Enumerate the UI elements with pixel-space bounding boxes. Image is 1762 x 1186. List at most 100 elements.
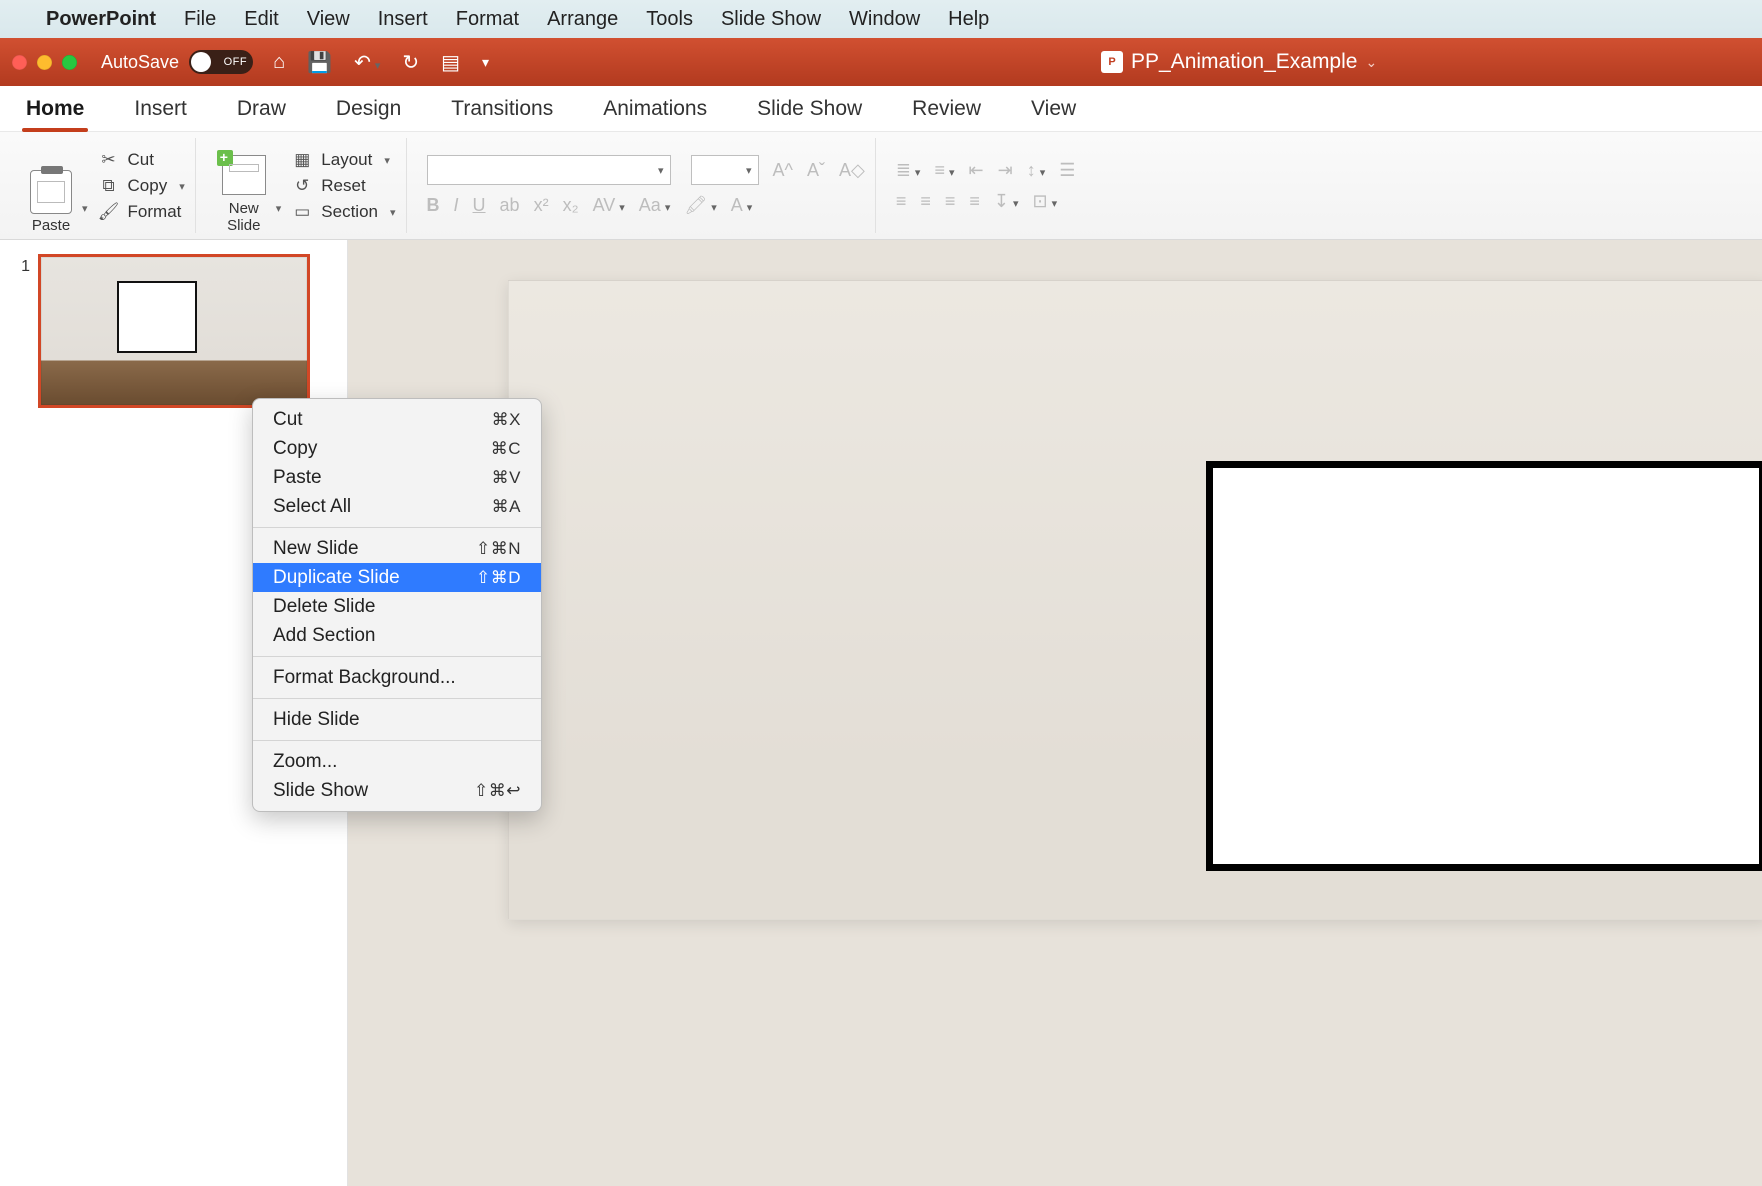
subscript-icon[interactable]: x₂ xyxy=(563,195,579,216)
tab-home[interactable]: Home xyxy=(24,87,86,131)
tab-draw[interactable]: Draw xyxy=(235,87,288,131)
context-new-slide[interactable]: New Slide⇧⌘N xyxy=(253,534,541,563)
section-button[interactable]: ▭Section▾ xyxy=(291,202,395,222)
undo-icon[interactable]: ↶▾ xyxy=(354,50,380,75)
underline-icon[interactable]: U xyxy=(473,195,486,216)
context-format-background[interactable]: Format Background... xyxy=(253,663,541,692)
close-window-button[interactable] xyxy=(12,55,27,70)
context-add-section[interactable]: Add Section xyxy=(253,621,541,650)
cm-shortcut: ⇧⌘D xyxy=(476,568,521,588)
context-select-all[interactable]: Select All⌘A xyxy=(253,492,541,521)
context-zoom[interactable]: Zoom... xyxy=(253,747,541,776)
cm-label: Format Background... xyxy=(273,667,456,689)
highlight-icon[interactable]: 🖍▾ xyxy=(684,195,716,216)
zoom-window-button[interactable] xyxy=(62,55,77,70)
increase-indent-icon[interactable]: ⇥ xyxy=(998,160,1013,181)
context-slide-show[interactable]: Slide Show⇧⌘↩ xyxy=(253,776,541,805)
customize-qat-icon[interactable]: ▾ xyxy=(482,54,489,71)
slide-thumbnail-1[interactable] xyxy=(38,254,310,408)
bullets-icon[interactable]: ≣▾ xyxy=(896,160,921,181)
tab-insert[interactable]: Insert xyxy=(132,87,189,131)
menu-help[interactable]: Help xyxy=(948,8,989,31)
menu-window[interactable]: Window xyxy=(849,8,920,31)
tab-transitions[interactable]: Transitions xyxy=(449,87,555,131)
align-right-icon[interactable]: ≡ xyxy=(945,191,956,212)
cm-label: Cut xyxy=(273,409,303,431)
bold-icon[interactable]: B xyxy=(427,195,440,216)
font-name-combo[interactable]: ▾ xyxy=(427,155,671,185)
redo-icon[interactable]: ↻ xyxy=(402,50,419,75)
layout-button[interactable]: ▦Layout▾ xyxy=(291,150,395,170)
paste-dropdown-icon[interactable]: ▾ xyxy=(82,202,88,215)
paste-label: Paste xyxy=(32,218,70,235)
align-center-icon[interactable]: ≡ xyxy=(920,191,931,212)
chevron-down-icon: ▾ xyxy=(179,180,185,193)
context-duplicate-slide[interactable]: Duplicate Slide⇧⌘D xyxy=(253,563,541,592)
numbering-icon[interactable]: ≡▾ xyxy=(934,160,954,181)
justify-icon[interactable]: ≡ xyxy=(969,191,980,212)
tab-review[interactable]: Review xyxy=(910,87,983,131)
tab-view[interactable]: View xyxy=(1029,87,1078,131)
toggle-knob xyxy=(191,52,211,72)
change-case-icon[interactable]: Aa▾ xyxy=(639,195,671,216)
tab-design[interactable]: Design xyxy=(334,87,403,131)
picture-frame-shape[interactable] xyxy=(1206,461,1762,871)
context-hide-slide[interactable]: Hide Slide xyxy=(253,705,541,734)
menu-arrange[interactable]: Arrange xyxy=(547,8,618,31)
new-slide-button[interactable]: NewSlide xyxy=(216,138,272,234)
tab-animations[interactable]: Animations xyxy=(601,87,709,131)
font-color-icon[interactable]: A▾ xyxy=(731,195,753,216)
align-left-icon[interactable]: ≡ xyxy=(896,191,907,212)
minimize-window-button[interactable] xyxy=(37,55,52,70)
superscript-icon[interactable]: x² xyxy=(534,195,549,216)
context-cut[interactable]: Cut⌘X xyxy=(253,405,541,434)
new-slide-label: NewSlide xyxy=(227,201,260,234)
autosave-toggle[interactable]: OFF xyxy=(189,50,253,74)
from-beginning-icon[interactable]: ▤ xyxy=(441,50,460,75)
chevron-down-icon: ▾ xyxy=(390,206,396,219)
italic-icon[interactable]: I xyxy=(454,195,459,216)
clipboard-icon xyxy=(30,170,72,214)
columns-icon[interactable]: ☰ xyxy=(1059,160,1075,181)
menu-format[interactable]: Format xyxy=(456,8,519,31)
document-title[interactable]: P PP_Animation_Example ⌄ xyxy=(1101,38,1377,86)
home-icon[interactable]: ⌂ xyxy=(273,51,285,74)
slide-canvas[interactable] xyxy=(508,280,1762,920)
copy-button[interactable]: ⧉Copy▾ xyxy=(98,176,185,196)
line-spacing-icon[interactable]: ↕▾ xyxy=(1027,160,1046,181)
cm-label: Slide Show xyxy=(273,780,368,802)
menu-slideshow[interactable]: Slide Show xyxy=(721,8,821,31)
text-direction-icon[interactable]: ↧▾ xyxy=(994,191,1019,212)
reset-button[interactable]: ↺Reset xyxy=(291,176,395,196)
context-copy[interactable]: Copy⌘C xyxy=(253,434,541,463)
layout-icon: ▦ xyxy=(291,150,313,170)
slide-canvas-area[interactable] xyxy=(348,240,1762,1186)
context-paste[interactable]: Paste⌘V xyxy=(253,463,541,492)
cm-label: Hide Slide xyxy=(273,709,360,731)
font-size-combo[interactable]: ▾ xyxy=(691,155,759,185)
context-delete-slide[interactable]: Delete Slide xyxy=(253,592,541,621)
increase-font-icon[interactable]: A^ xyxy=(773,160,793,181)
section-icon: ▭ xyxy=(291,202,313,222)
decrease-indent-icon[interactable]: ⇤ xyxy=(969,160,984,181)
paragraph-group: ≣▾ ≡▾ ⇤ ⇥ ↕▾ ☰ ≡ ≡ ≡ ≡ ↧▾ ⊡▾ xyxy=(886,138,1086,233)
strikethrough-icon[interactable]: ab xyxy=(500,195,520,216)
menu-tools[interactable]: Tools xyxy=(646,8,693,31)
save-icon[interactable]: 💾 xyxy=(307,50,332,75)
cut-button[interactable]: ✂Cut xyxy=(98,150,185,170)
app-name[interactable]: PowerPoint xyxy=(46,8,156,31)
new-slide-dropdown-icon[interactable]: ▾ xyxy=(276,202,282,215)
menu-edit[interactable]: Edit xyxy=(244,8,278,31)
character-spacing-icon[interactable]: AV▾ xyxy=(593,195,625,216)
menu-file[interactable]: File xyxy=(184,8,216,31)
context-separator xyxy=(253,740,541,741)
align-text-icon[interactable]: ⊡▾ xyxy=(1033,191,1058,212)
decrease-font-icon[interactable]: Aˇ xyxy=(807,160,825,181)
quick-access-toolbar: ⌂ 💾 ↶▾ ↻ ▤ ▾ xyxy=(273,50,489,75)
menu-insert[interactable]: Insert xyxy=(378,8,428,31)
format-painter-button[interactable]: 🖌Format xyxy=(98,202,185,222)
tab-slideshow[interactable]: Slide Show xyxy=(755,87,864,131)
menu-view[interactable]: View xyxy=(307,8,350,31)
paste-button[interactable]: Paste xyxy=(24,138,78,234)
clear-formatting-icon[interactable]: A◇ xyxy=(839,160,865,181)
